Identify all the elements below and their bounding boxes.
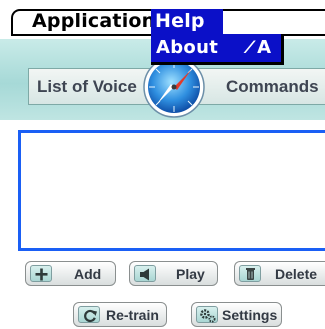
about-shortcut: ⁄ A	[248, 36, 271, 60]
speaker-icon	[134, 265, 156, 282]
help-dropdown: About ⁄ A	[151, 34, 284, 65]
header-title-left: List of Voice	[37, 77, 137, 96]
voice-command-list[interactable]	[18, 130, 325, 251]
retrain-button[interactable]: Re-train	[73, 302, 167, 327]
delete-button-label: Delete	[275, 266, 318, 282]
retrain-button-label: Re-train	[106, 307, 159, 323]
delete-button[interactable]: Delete	[234, 261, 325, 286]
menu-item-about[interactable]: About	[156, 36, 218, 60]
add-button[interactable]: Add	[25, 261, 116, 286]
gears-icon	[196, 306, 218, 323]
trash-icon	[239, 265, 261, 282]
refresh-icon	[78, 306, 100, 323]
menu-application[interactable]: Application	[28, 9, 159, 34]
add-button-label: Add	[74, 266, 102, 282]
play-button[interactable]: Play	[129, 261, 218, 286]
settings-button-label: Settings	[222, 307, 278, 323]
menu-help[interactable]: Help	[151, 9, 223, 34]
command-stroke-icon: ⁄	[248, 38, 252, 58]
play-button-label: Play	[176, 266, 205, 282]
plus-icon	[30, 265, 52, 282]
settings-button[interactable]: Settings	[191, 302, 282, 327]
header-title-right: Commands	[226, 77, 319, 96]
compass-icon	[143, 56, 205, 118]
about-shortcut-key: A	[257, 37, 271, 58]
